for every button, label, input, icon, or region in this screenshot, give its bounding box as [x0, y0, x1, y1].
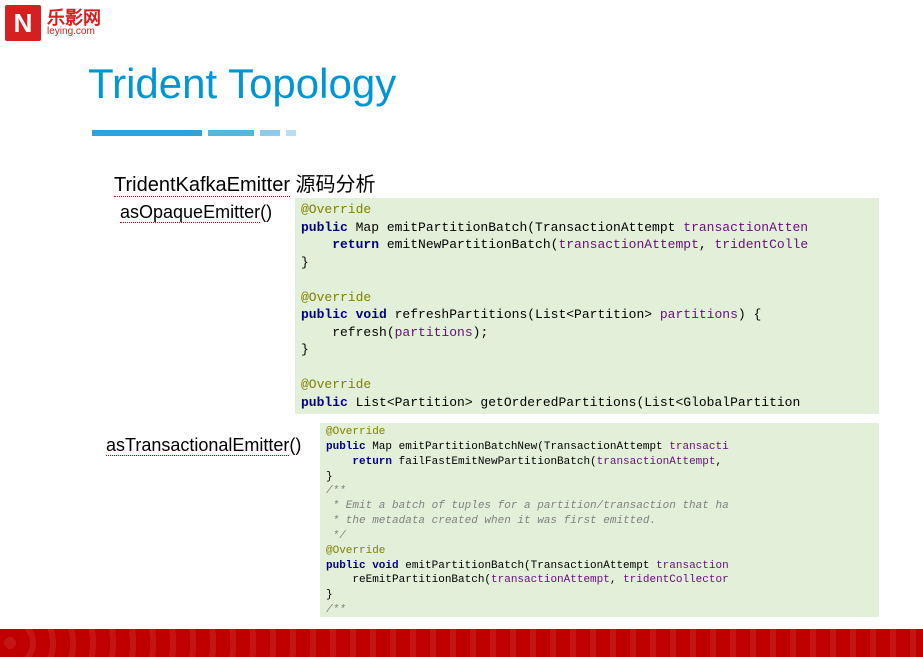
- footer-bar: [0, 629, 923, 657]
- label-tx-underlined: asTransactionalEmitter: [106, 435, 289, 456]
- label-opaque-underlined: asOpaqueEmitter: [120, 202, 260, 223]
- label-opaque-tail: (): [260, 202, 272, 222]
- code-block-2: @Override public Map emitPartitionBatchN…: [320, 423, 879, 617]
- logo-cn: 乐影网: [47, 9, 101, 27]
- subheading: TridentKafkaEmitter 源码分析: [114, 168, 376, 197]
- label-tx-tail: (): [289, 435, 301, 455]
- subheading-tail: 源码分析: [290, 174, 376, 196]
- subheading-link: TridentKafkaEmitter: [114, 174, 290, 197]
- label-transactional-emitter: asTransactionalEmitter(): [106, 435, 301, 456]
- code-block-1: @Override public Map emitPartitionBatch(…: [295, 198, 879, 414]
- logo-mark: N: [5, 5, 41, 41]
- logo-text: 乐影网 leying.com: [47, 9, 101, 37]
- slide-title: Trident Topology: [88, 60, 396, 108]
- title-underline: [92, 130, 296, 136]
- label-opaque-emitter: asOpaqueEmitter(): [120, 202, 272, 223]
- logo-en: leying.com: [47, 27, 101, 37]
- logo: N 乐影网 leying.com: [5, 5, 101, 41]
